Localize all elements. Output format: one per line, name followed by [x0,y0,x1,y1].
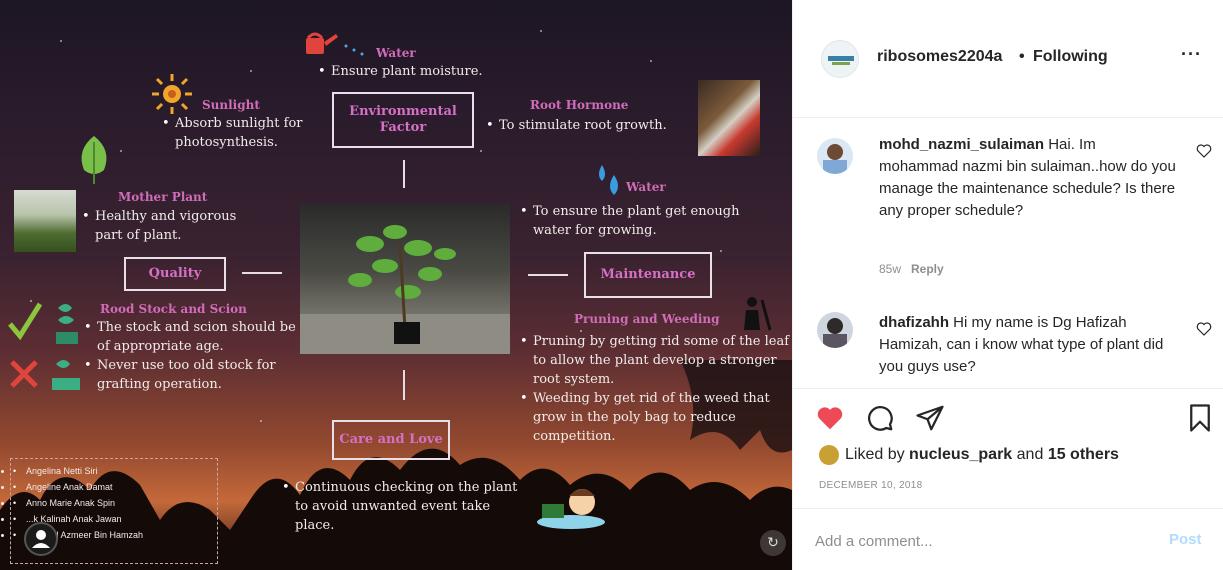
connector-line [403,370,405,400]
pruning-text: Pruning by getting rid some of the leaf … [520,332,790,446]
mother-plant-title: Mother Plant [118,190,208,204]
water-top-title: Water [376,46,416,60]
worker-icon [744,297,772,331]
root-hormone-title: Root Hormone [530,98,629,112]
bookmark-icon[interactable] [1185,403,1215,433]
rootstock-text: The stock and scion should be of appropr… [84,318,296,394]
watering-can-icon [306,32,338,54]
tagged-user-icon[interactable] [24,522,58,556]
maintenance-box: Maintenance [584,252,712,298]
sunlight-title: Sunlight [202,98,260,112]
liker-avatar [819,445,839,465]
liker-username[interactable]: nucleus_park [909,446,1012,464]
reply-button[interactable]: Reply [911,262,944,276]
commenter-avatar[interactable] [817,312,853,348]
mother-plant-text: Healthy and vigorous part of plant. [82,207,262,245]
post-sidebar: ribosomes2204a • Following ··· mohd_nazm… [792,0,1223,570]
pruning-title: Pruning and Weeding [574,312,720,326]
comment-text: dhafizahh Hi my name is Dg Hafizah Hamiz… [879,314,1164,375]
member-item: Anno Marie Anak Spin [13,495,217,511]
water-right-title: Water [626,180,666,194]
sun-icon [152,74,192,114]
add-comment-input[interactable] [815,529,1145,553]
water-top-text: Ensure plant moisture. [318,62,518,81]
member-item: Angeline Anak Damat [13,479,217,495]
sunlight-text: Absorb sunlight for photosynthesis. [162,114,322,152]
profile-avatar[interactable] [821,40,859,78]
root-hormone-photo [698,80,760,156]
comment-username[interactable]: dhafizahh [879,314,949,331]
header-separator: • [1019,48,1025,65]
comment-username[interactable]: mohd_nazmi_sulaiman [879,136,1044,153]
care-text: Continuous checking on the plant to avoi… [282,478,522,535]
likes-summary: Liked by nucleus_park and 15 others [819,445,1119,465]
connector-line [403,160,405,188]
quality-box: Quality [124,257,226,291]
cross-plant-icon [10,360,80,390]
connector-line [242,272,282,274]
refresh-icon[interactable]: ↻ [760,530,786,556]
post-date: DECEMBER 10, 2018 [819,480,923,491]
more-icon[interactable]: ··· [1181,44,1202,65]
comment-like-icon[interactable] [1195,320,1213,338]
likes-others-link[interactable]: 15 others [1048,446,1119,464]
post-image[interactable]: Water Ensure plant moisture. Environment… [0,0,792,570]
comment-age: 85w [879,262,902,276]
droplets-icon [599,165,618,195]
commenter-avatar[interactable] [817,138,853,174]
water-drops-icon [344,44,364,56]
share-icon[interactable] [915,403,945,433]
comment-icon[interactable] [865,403,895,433]
water-right-text: To ensure the plant get enough water for… [520,202,770,240]
comment-like-icon[interactable] [1195,142,1213,160]
leaf-icon [81,136,107,184]
rootstock-title: Rood Stock and Scion [100,302,247,316]
post-actions: Liked by nucleus_park and 15 others DECE… [793,388,1223,508]
child-cartoon-icon [537,489,605,529]
mother-plant-photo [14,190,76,252]
check-plant-icon [8,302,78,344]
plant-photo [300,204,510,354]
member-item: Angelina Netti Siri [13,463,217,479]
care-and-love-box: Care and Love [332,420,450,460]
environmental-factor-box: Environmental Factor [332,92,474,148]
post-username[interactable]: ribosomes2204a [877,48,1002,66]
connector-line [528,274,568,276]
add-comment-bar: Post [793,508,1223,570]
root-hormone-text: To stimulate root growth. [486,116,696,135]
comment-text: mohd_nazmi_sulaiman Hai. Im mohammad naz… [879,136,1176,219]
post-header: ribosomes2204a • Following ··· [793,0,1223,118]
comment-meta: 85w Reply [879,262,944,276]
following-button[interactable]: Following [1033,48,1108,66]
post-button[interactable]: Post [1169,531,1202,548]
heart-icon[interactable] [815,403,845,433]
